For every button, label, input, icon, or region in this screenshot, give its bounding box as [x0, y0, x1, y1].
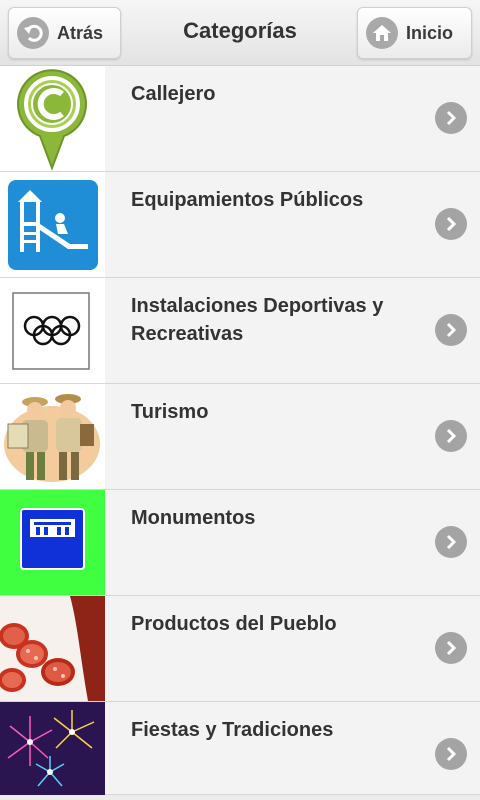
app-header: Atrás Categorías Inicio: [0, 0, 480, 66]
playground-slide-icon: [0, 172, 105, 277]
category-item-callejero[interactable]: Callejero: [0, 66, 480, 172]
fireworks-photo-icon: [0, 702, 105, 795]
chevron-right-icon: [435, 632, 467, 664]
chevron-right-icon: [435, 314, 467, 346]
category-list: Callejero Equipamientos Públicos Instala…: [0, 66, 480, 795]
map-pin-c-icon: [0, 66, 105, 171]
category-label: Instalaciones Deportivas y Recreativas: [131, 295, 384, 345]
category-label: Fiestas y Tradiciones: [131, 719, 334, 741]
category-item-productos[interactable]: Productos del Pueblo: [0, 596, 480, 702]
category-label: Productos del Pueblo: [131, 613, 337, 635]
chevron-right-icon: [435, 420, 467, 452]
category-label: Equipamientos Públicos: [131, 189, 364, 211]
chevron-right-icon: [435, 208, 467, 240]
page-title: Categorías: [183, 18, 297, 43]
olympic-rings-icon: [0, 278, 105, 383]
category-label: Monumentos: [131, 507, 256, 529]
back-button-label: Atrás: [57, 22, 104, 43]
chevron-right-icon: [435, 738, 467, 770]
category-label: Callejero: [131, 83, 216, 105]
hikers-illustration-icon: [0, 384, 105, 489]
category-label: Turismo: [131, 401, 209, 423]
home-button-label: Inicio: [406, 22, 454, 43]
category-item-fiestas[interactable]: Fiestas y Tradiciones: [0, 702, 480, 795]
chevron-right-icon: [435, 526, 467, 558]
category-item-instalaciones[interactable]: Instalaciones Deportivas y Recreativas: [0, 278, 480, 384]
home-button[interactable]: Inicio: [357, 7, 472, 59]
monument-sign-icon: [0, 490, 105, 595]
category-item-monumentos[interactable]: Monumentos: [0, 490, 480, 596]
home-icon: [366, 17, 398, 49]
chevron-right-icon: [435, 102, 467, 134]
category-item-turismo[interactable]: Turismo: [0, 384, 480, 490]
back-button[interactable]: Atrás: [8, 7, 121, 59]
back-arrow-icon: [17, 17, 49, 49]
chorizo-photo-icon: [0, 596, 105, 701]
category-item-equipamientos[interactable]: Equipamientos Públicos: [0, 172, 480, 278]
